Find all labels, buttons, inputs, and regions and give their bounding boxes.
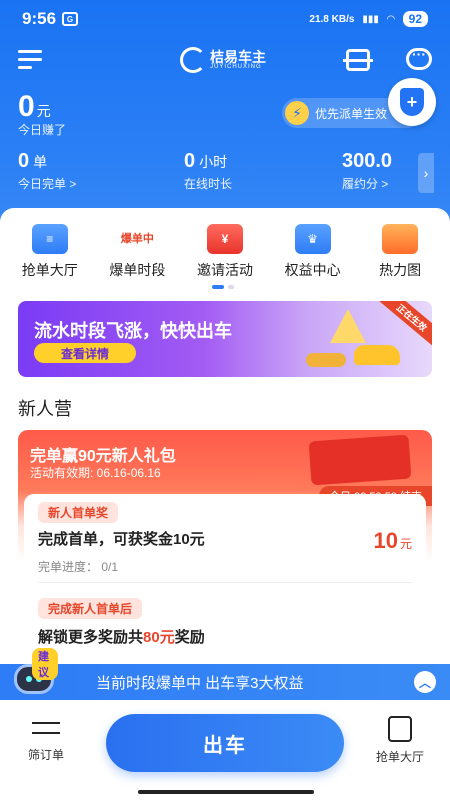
task-chip: 完成新人首单后 — [38, 598, 143, 619]
quick-item-invite[interactable]: ¥ 邀请活动 — [185, 224, 265, 280]
stat-label: 在线时长 — [184, 177, 233, 191]
newbie-campaign-card[interactable]: 完单赢90元新人礼包 活动有效期: 06.16-06.16 今日 23:59:5… — [18, 430, 432, 670]
stat-value: 300.0 — [342, 150, 393, 172]
chevron-up-icon[interactable]: ︿ — [414, 671, 436, 693]
quick-item-label: 邀请活动 — [196, 262, 253, 278]
home-indicator[interactable] — [138, 790, 314, 794]
message-icon[interactable] — [406, 46, 432, 70]
net-speed: 21.8 KB/s — [309, 13, 355, 25]
promo-banner[interactable]: 流水时段飞涨，快快出车 查看详情 正在生效 — [18, 301, 432, 377]
filter-orders-button[interactable]: 筛订单 — [22, 718, 70, 763]
assistant-robot[interactable]: 建议 — [10, 648, 58, 696]
wifi-icon: ◠ — [386, 13, 395, 25]
robot-bubble: 建议 — [32, 648, 58, 680]
document-icon — [388, 716, 412, 742]
safety-shield-button[interactable]: + — [388, 78, 436, 126]
earnings-unit: 元 — [36, 103, 51, 119]
heatmap-icon — [382, 224, 419, 254]
quick-item-grab-hall[interactable]: ≡ 抢单大厅 — [10, 224, 90, 280]
quick-item-burst-period[interactable]: 爆单中 爆单时段 — [97, 224, 177, 280]
signal-icon: ▮▮▮ — [362, 13, 379, 25]
burst-period-icon: 爆单中 — [120, 233, 154, 245]
task-text: 完成首单，可获奖金10元 — [38, 531, 205, 548]
status-right: 21.8 KB/s ▮▮▮ ◠ 92 — [309, 11, 428, 27]
red-envelope-icon — [308, 434, 412, 486]
bottom-nav: 筛订单 出车 抢单大厅 — [0, 700, 450, 800]
quick-item-heatmap[interactable]: 热力图 — [360, 224, 440, 280]
divider — [38, 582, 412, 583]
filter-label: 筛订单 — [27, 748, 64, 762]
stats-row: 0单 今日完单 > 0 小时 在线时长 300.0 履约分 > — [0, 150, 450, 198]
campaign-validity: 活动有效期: 06.16-06.16 — [30, 466, 161, 480]
crown-icon: ♛ — [294, 224, 331, 254]
quick-item-label: 爆单时段 — [109, 262, 166, 278]
stat-fulfillment-score[interactable]: 300.0 履约分 > — [342, 150, 392, 192]
brand-pinyin: JUYICHUXING — [210, 64, 262, 70]
quick-item-label: 权益中心 — [284, 262, 341, 278]
lightning-icon: ⚡ — [285, 101, 309, 125]
grab-hall-icon: ≡ — [31, 224, 68, 254]
brand-mark-icon — [180, 47, 206, 73]
burst-tip-bar[interactable]: 当前时段爆单中 出车享3大权益 ︿ — [0, 664, 450, 700]
banner-title: 流水时段飞涨，快快出车 — [34, 321, 232, 341]
stat-unit: 单 — [33, 154, 48, 170]
filter-icon — [32, 718, 60, 740]
campaign-title: 完单赢90元新人礼包 — [30, 448, 176, 465]
app-notification-icon: G — [62, 12, 79, 26]
banner-details-button[interactable]: 查看详情 — [34, 343, 136, 363]
priority-label: 优先派单生效 — [315, 106, 388, 121]
rising-arrow-icon — [330, 309, 366, 343]
task-reward: 10 元 — [373, 528, 413, 553]
task-progress: 完单进度： 0/1 — [38, 560, 119, 574]
scan-icon[interactable] — [343, 49, 373, 71]
section-title: 新人营 — [18, 399, 72, 419]
page-indicator — [212, 285, 234, 289]
active-tag: 正在生效 — [377, 301, 432, 349]
unlock-text: 解锁更多奖励共80元奖励 — [38, 629, 205, 646]
earnings-label: 今日赚了 — [18, 123, 67, 137]
quick-item-label: 抢单大厅 — [21, 262, 78, 278]
quick-item-label: 热力图 — [379, 262, 422, 278]
stat-label: 履约分 > — [342, 177, 389, 191]
menu-icon[interactable] — [18, 50, 42, 70]
stat-value: 0 — [18, 150, 30, 172]
top-bar: 桔易车主 JUYICHUXING — [0, 44, 450, 78]
campaign-tasks: 新人首单奖 完成首单，可获奖金10元 10 元 完单进度： 0/1 完成新人首单后… — [24, 494, 426, 670]
coins-icon — [306, 353, 346, 367]
brand-logo: 桔易车主 JUYICHUXING — [180, 47, 266, 73]
today-earnings: 0元 今日赚了 — [18, 90, 66, 138]
car-icon — [354, 345, 400, 365]
grab-hall-label: 抢单大厅 — [375, 750, 424, 764]
status-bar: 9:56 G 21.8 KB/s ▮▮▮ ◠ 92 — [0, 0, 450, 38]
stat-label: 今日完单 > — [18, 177, 77, 191]
grab-hall-nav-button[interactable]: 抢单大厅 — [370, 716, 430, 765]
battery-icon: 92 — [402, 11, 428, 27]
shield-plus-icon: + — [400, 88, 424, 116]
brand-name: 桔易车主 — [210, 49, 266, 65]
chevron-right-icon[interactable]: › — [418, 153, 434, 193]
earnings-value: 0 — [18, 90, 35, 123]
stat-online-hours: 0 小时 在线时长 — [184, 150, 232, 192]
quick-menu: ≡ 抢单大厅 爆单中 爆单时段 ¥ 邀请活动 ♛ 权益中心 热力图 — [0, 224, 450, 280]
tip-text: 当前时段爆单中 出车享3大权益 — [96, 674, 304, 692]
stat-unit: 小时 — [199, 154, 228, 170]
invite-icon: ¥ — [206, 224, 243, 254]
quick-item-rights-center[interactable]: ♛ 权益中心 — [273, 224, 353, 280]
task-chip: 新人首单奖 — [38, 502, 119, 523]
go-online-button[interactable]: 出车 — [106, 714, 344, 772]
status-time: 9:56 — [22, 9, 57, 28]
stat-completed-orders[interactable]: 0单 今日完单 > — [18, 150, 76, 192]
stat-value: 0 — [184, 150, 196, 172]
